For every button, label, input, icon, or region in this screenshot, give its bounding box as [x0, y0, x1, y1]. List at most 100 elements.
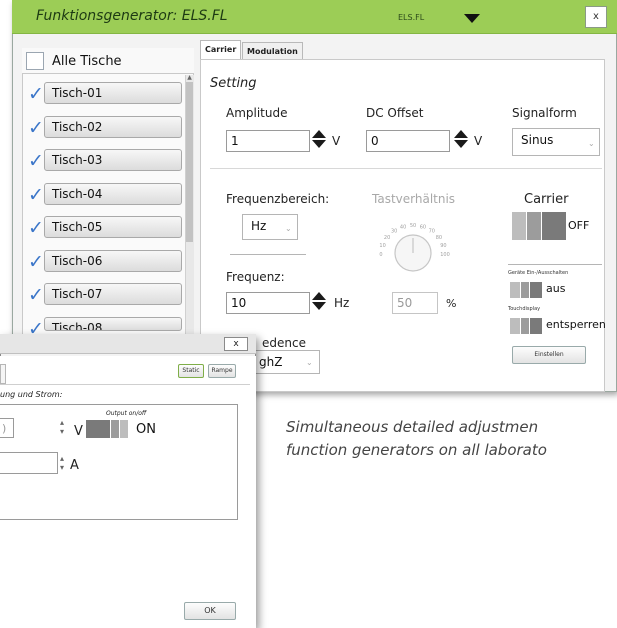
output-state: ON [136, 422, 156, 437]
dropdown-arrow-icon[interactable] [464, 14, 480, 23]
freqrange-value: Hz [251, 219, 267, 233]
dialog-divider [0, 384, 250, 385]
dial-tick-label: 60 [420, 225, 426, 231]
table-checkbox-icon[interactable]: ✓ [28, 218, 44, 238]
all-tables-label: Alle Tische [52, 54, 122, 69]
devices-state: aus [546, 282, 566, 295]
setting-section-title: Setting [210, 76, 257, 91]
amplitude-label: Amplitude [226, 106, 288, 120]
output-toggle[interactable]: ON [86, 420, 166, 438]
dialog-close-button[interactable]: x [224, 337, 248, 351]
duty-cycle-dial[interactable]: 0 10 203040 50 607080 90 100 [366, 208, 456, 278]
table-button[interactable]: Tisch-03 [44, 149, 182, 171]
scrollbar-thumb[interactable] [186, 82, 193, 242]
duty-cycle-input[interactable]: 50 [392, 292, 438, 314]
voltage-input[interactable]: ) [0, 418, 14, 438]
toggle-seg [521, 318, 529, 334]
caption-line-1: Simultaneous detailed adjustmen [286, 418, 539, 436]
window-close-button[interactable]: x [585, 6, 607, 28]
caption-text: Simultaneous detailed adjustmen function… [286, 416, 617, 462]
rampe-button[interactable]: Rampe [208, 364, 236, 378]
signalform-select[interactable]: Sinus [512, 128, 600, 156]
duty-cycle-unit: % [446, 297, 457, 310]
amplitude-input[interactable]: 1 [226, 130, 310, 152]
frequency-label: Frequenz: [226, 270, 285, 284]
divider-line [230, 254, 306, 255]
frequency-input[interactable]: 10 [226, 292, 310, 314]
toggle-seg [521, 282, 529, 298]
frequency-spinner[interactable] [312, 292, 328, 314]
devices-label: Geräte Ein-/Ausschalten [508, 270, 569, 276]
toggle-seg [120, 420, 128, 438]
table-checkbox-icon[interactable]: ✓ [28, 84, 44, 104]
spin-up-icon[interactable] [312, 130, 326, 138]
chevron-down-icon[interactable]: ⌄ [306, 358, 313, 367]
carrier-label: Carrier [524, 192, 569, 207]
section-divider [210, 168, 602, 169]
dial-tick-label: 30 [391, 229, 397, 235]
spin-down-icon[interactable] [312, 302, 326, 310]
dial-tick-label: 80 [436, 235, 442, 241]
table-checkbox-icon[interactable]: ✓ [28, 185, 44, 205]
dc-offset-unit: V [474, 134, 483, 148]
table-button[interactable]: Tisch-08 [44, 317, 182, 331]
table-button[interactable]: Tisch-02 [44, 116, 182, 138]
spin-down-icon[interactable] [312, 140, 326, 148]
table-button[interactable]: Tisch-05 [44, 216, 182, 238]
table-button[interactable]: Tisch-07 [44, 283, 182, 305]
window-device-tag: ELS.FL [398, 13, 425, 22]
toggle-thumb [542, 212, 566, 240]
ok-button[interactable]: OK [184, 602, 236, 620]
current-spinner[interactable]: ▴ ▾ [60, 454, 64, 472]
tab-carrier[interactable]: Carrier [200, 40, 242, 60]
signalform-value: Sinus [521, 133, 554, 147]
duty-cycle-label: Tastverhältnis [372, 192, 456, 206]
dial-tick-label: 90 [440, 243, 446, 249]
spin-down-icon[interactable] [454, 140, 468, 148]
table-checkbox-icon[interactable]: ✓ [28, 285, 44, 305]
current-input[interactable] [0, 452, 58, 474]
chevron-down-icon[interactable]: ⌄ [588, 139, 595, 148]
toggle-seg [512, 212, 526, 240]
table-button[interactable]: Tisch-04 [44, 183, 182, 205]
touchdisplay-state: entsperren [546, 318, 606, 331]
carrier-toggle[interactable]: OFF [512, 212, 600, 240]
dialog-title-bar [0, 334, 256, 354]
toggle-thumb [530, 282, 542, 298]
voltage-current-group-label: ung und Strom: [0, 390, 63, 399]
spin-up-icon[interactable] [454, 130, 468, 138]
scroll-up-icon[interactable]: ▲ [185, 74, 194, 82]
touchdisplay-label: Touchdisplay [508, 306, 541, 312]
amplitude-spinner[interactable] [312, 130, 328, 152]
all-tables-checkbox[interactable] [26, 52, 44, 70]
caption-line-2: function generators on all laborato [286, 441, 547, 459]
dc-offset-input[interactable]: 0 [366, 130, 450, 152]
dial-tick-label: 100 [440, 252, 450, 258]
dialog-tab-edge[interactable] [0, 364, 6, 384]
divider-line [508, 264, 602, 265]
dial-tick-label: 70 [429, 229, 435, 235]
table-checkbox-icon[interactable]: ✓ [28, 252, 44, 272]
dial-tick-label: 40 [400, 225, 406, 231]
dc-offset-spinner[interactable] [454, 130, 470, 152]
current-unit: A [70, 458, 79, 473]
touchdisplay-toggle[interactable]: entsperren [510, 318, 610, 334]
table-button[interactable]: Tisch-01 [44, 82, 182, 104]
dial-tick-label: 10 [379, 243, 385, 249]
einstellen-button[interactable]: Einstellen [512, 346, 586, 364]
table-checkbox-icon[interactable]: ✓ [28, 118, 44, 138]
static-button[interactable]: Static [178, 364, 204, 378]
signalform-label: Signalform [512, 106, 577, 120]
frequency-unit: Hz [334, 296, 350, 310]
output-label: Output on/off [106, 410, 147, 417]
tab-modulation[interactable]: Modulation [242, 42, 303, 60]
freqrange-label: Frequenzbereich: [226, 192, 330, 206]
voltage-spinner[interactable]: ▴ ▾ [60, 418, 64, 436]
voltage-unit: V [74, 424, 83, 439]
spin-up-icon[interactable] [312, 292, 326, 300]
devices-toggle[interactable]: aus [510, 282, 590, 298]
chevron-down-icon[interactable]: ⌄ [285, 224, 292, 233]
table-button[interactable]: Tisch-06 [44, 250, 182, 272]
table-checkbox-icon[interactable]: ✓ [28, 151, 44, 171]
toggle-seg [510, 318, 520, 334]
